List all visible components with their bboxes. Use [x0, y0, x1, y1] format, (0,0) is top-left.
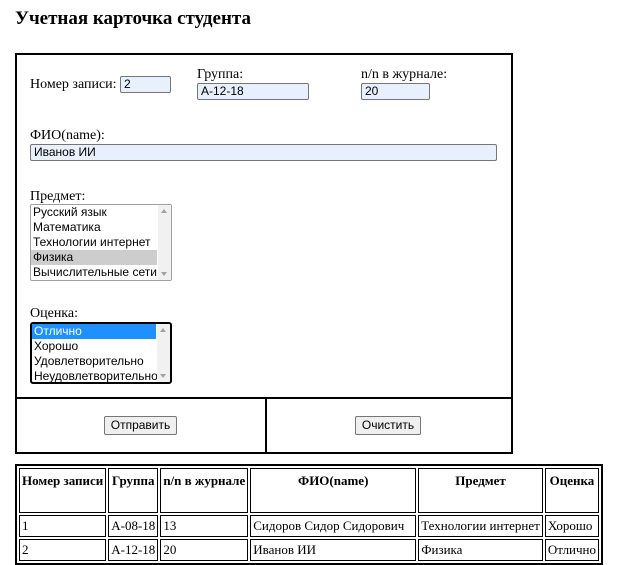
grade-option[interactable]: Хорошо	[32, 339, 156, 354]
header-cell: Предмет	[418, 468, 543, 513]
cell: Сидоров Сидор Сидорович	[250, 515, 417, 537]
grade-option[interactable]: Удовлетворительно	[32, 354, 156, 369]
subject-option[interactable]: Технологии интернет	[31, 235, 157, 250]
journal-input[interactable]: 20	[361, 83, 430, 100]
group-label: Группа:	[197, 67, 244, 82]
header-cell: Номер записи	[19, 468, 107, 513]
table-row: 1 А-08-18 13 Сидоров Сидор Сидорович Тех…	[19, 515, 600, 537]
records-table: Номер записи Группа n/n в журнале ФИО(na…	[15, 464, 604, 565]
name-label: ФИО(name):	[30, 128, 105, 143]
subject-label: Предмет:	[30, 189, 86, 204]
grade-option-selected[interactable]: Отлично	[32, 324, 156, 339]
scrollbar[interactable]	[157, 324, 170, 382]
scroll-down-icon[interactable]	[160, 374, 166, 378]
cell: Иванов ИИ	[250, 539, 417, 561]
subject-option[interactable]: Русский язык	[31, 205, 157, 220]
header-cell: Группа	[108, 468, 159, 513]
subject-option-selected[interactable]: Физика	[31, 250, 157, 265]
scroll-up-icon[interactable]	[160, 328, 166, 332]
journal-label: n/n в журнале:	[361, 67, 448, 82]
grade-listbox[interactable]: Отлично Хорошо Удовлетворительно Неудовл…	[30, 322, 172, 384]
clear-button[interactable]: Очистить	[355, 416, 421, 435]
name-input[interactable]: Иванов ИИ	[30, 144, 497, 161]
header-cell: ФИО(name)	[250, 468, 417, 513]
cell: 13	[160, 515, 249, 537]
cell: 20	[160, 539, 249, 561]
divider	[17, 397, 511, 399]
subject-option[interactable]: Вычислительные сети	[31, 265, 157, 280]
student-form: Номер записи: 2 Группа: А-12-18 n/n в жу…	[15, 53, 513, 454]
cell: Технологии интернет	[418, 515, 543, 537]
cell: Хорошо	[544, 515, 600, 537]
grade-label: Оценка:	[30, 306, 79, 321]
header-cell: n/n в журнале	[160, 468, 249, 513]
cell: 1	[19, 515, 107, 537]
scroll-up-icon[interactable]	[161, 209, 167, 213]
scrollbar[interactable]	[158, 205, 171, 280]
subject-listbox[interactable]: Русский язык Математика Технологии интер…	[30, 204, 172, 281]
table-header-row: Номер записи Группа n/n в журнале ФИО(na…	[19, 468, 600, 513]
cell: А-12-18	[108, 539, 159, 561]
scroll-down-icon[interactable]	[161, 272, 167, 276]
record-input[interactable]: 2	[120, 76, 171, 93]
grade-option[interactable]: Неудовлетворительно	[32, 369, 158, 382]
header-cell: Оценка	[544, 468, 600, 513]
cell: 2	[19, 539, 107, 561]
submit-button[interactable]: Отправить	[104, 416, 177, 435]
cell: Отлично	[544, 539, 600, 561]
record-label: Номер записи:	[30, 77, 117, 92]
group-input[interactable]: А-12-18	[197, 83, 309, 100]
cell: Физика	[418, 539, 543, 561]
table-row: 2 А-12-18 20 Иванов ИИ Физика Отлично	[19, 539, 600, 561]
divider	[265, 399, 267, 452]
subject-option[interactable]: Математика	[31, 220, 157, 235]
page-title: Учетная карточка студента	[15, 8, 251, 29]
cell: А-08-18	[108, 515, 159, 537]
